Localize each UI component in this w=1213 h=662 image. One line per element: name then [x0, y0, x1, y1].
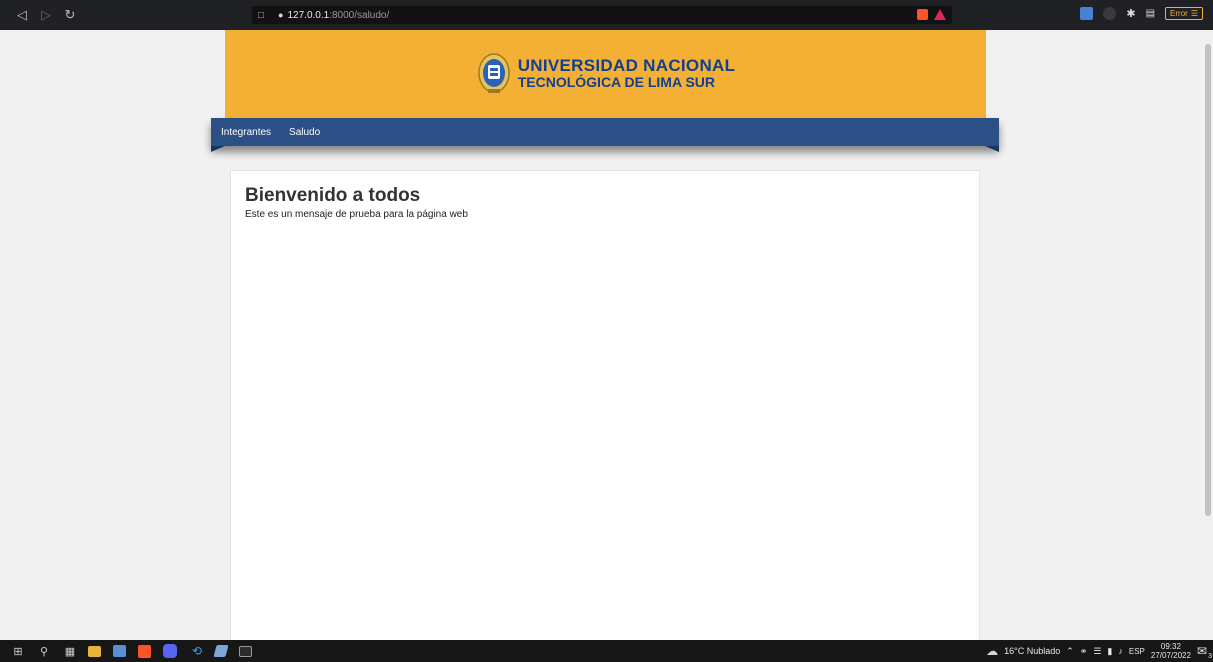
battery-icon[interactable]: ▮	[1107, 646, 1112, 657]
bookmark-icon[interactable]: □	[258, 10, 264, 21]
main-navbar: Integrantes Saludo	[211, 118, 999, 152]
page-title: Bienvenido a todos	[245, 185, 421, 206]
address-bar[interactable]: □ ● 127.0.0.1 :8000/saludo/	[252, 6, 952, 24]
university-name-line1: UNIVERSIDAD NACIONAL	[517, 56, 736, 75]
weather-status[interactable]: 16°C Nublado	[1004, 646, 1060, 656]
notes-app-icon[interactable]	[213, 645, 229, 657]
university-logo[interactable]: UNIVERSIDAD NACIONAL TECNOLÓGICA DE LIMA…	[476, 51, 736, 97]
url-path: :8000/saludo/	[329, 9, 390, 21]
content-card: Bienvenido a todos Este es un mensaje de…	[230, 170, 980, 640]
search-icon[interactable]: ⚲	[36, 643, 52, 659]
volume-icon[interactable]: ♪	[1118, 646, 1123, 656]
chevron-up-icon[interactable]: ⌃	[1066, 646, 1074, 657]
scrollbar-thumb[interactable]	[1205, 44, 1211, 516]
pen-icon[interactable]: ⚭	[1080, 646, 1088, 657]
reload-button[interactable]: ↻	[62, 7, 78, 23]
notification-count: 3	[1208, 653, 1212, 660]
vscode-icon[interactable]: ⟲	[189, 643, 205, 659]
vertical-scrollbar[interactable]	[1203, 30, 1213, 640]
page-message: Este es un mensaje de prueba para la pág…	[245, 209, 468, 220]
wifi-icon[interactable]: ☰	[1093, 646, 1101, 657]
menu-icon: ☰	[1190, 9, 1198, 18]
university-crest-icon	[477, 53, 510, 93]
weather-cloud-icon: ☁	[986, 644, 999, 658]
page-viewport: UNIVERSIDAD NACIONAL TECNOLÓGICA DE LIMA…	[0, 30, 1203, 640]
brave-rewards-icon[interactable]	[934, 9, 946, 20]
system-tray: ☁ 16°C Nublado ⌃ ⚭ ☰ ▮ ♪ ESP 09:32 27/07…	[986, 640, 1212, 662]
error-label: Error	[1170, 9, 1188, 18]
nav-link-integrantes[interactable]: Integrantes	[221, 127, 271, 138]
url-host: 127.0.0.1	[287, 9, 330, 21]
translate-extension-icon[interactable]	[1080, 7, 1094, 20]
forward-button[interactable]: ▷	[38, 7, 54, 23]
nav-link-saludo[interactable]: Saludo	[289, 127, 320, 138]
notification-icon[interactable]: ✉ 3	[1197, 644, 1212, 660]
header-banner: UNIVERSIDAD NACIONAL TECNOLÓGICA DE LIMA…	[225, 30, 986, 118]
university-name-line2: TECNOLÓGICA DE LIMA SUR	[517, 74, 716, 90]
sidebar-icon[interactable]: ▤	[1146, 8, 1155, 19]
clock-date: 27/07/2022	[1150, 651, 1191, 660]
clock[interactable]: 09:32 27/07/2022	[1151, 642, 1191, 660]
back-button[interactable]: ◁	[14, 7, 30, 23]
university-name: UNIVERSIDAD NACIONAL TECNOLÓGICA DE LIMA…	[518, 57, 736, 91]
brave-shield-icon[interactable]	[917, 9, 928, 20]
terminal-icon[interactable]	[239, 645, 252, 657]
browser-toolbar: ◁ ▷ ↻ □ ● 127.0.0.1 :8000/saludo/ ✱ ▤ Er…	[0, 0, 1213, 30]
site-info-icon[interactable]: ●	[278, 10, 283, 20]
file-explorer-icon[interactable]	[88, 645, 101, 657]
windows-start-icon[interactable]: ⊞	[10, 643, 26, 659]
brave-browser-icon[interactable]	[138, 644, 151, 658]
puzzle-icon[interactable]: ✱	[1126, 7, 1135, 20]
language-indicator[interactable]: ESP	[1129, 647, 1145, 656]
error-button[interactable]: Error ☰	[1165, 7, 1203, 20]
windows-taskbar: ⊞ ⚲ ▦ ⟲ ☁ 16°C Nublado ⌃ ⚭ ☰ ▮ ♪ ESP 09:…	[0, 640, 1213, 662]
extension-icon[interactable]	[1103, 7, 1117, 20]
discord-icon[interactable]	[163, 644, 177, 658]
task-view-icon[interactable]: ▦	[62, 643, 78, 659]
app-icon[interactable]	[113, 645, 126, 657]
clock-time: 09:32	[1160, 642, 1181, 651]
